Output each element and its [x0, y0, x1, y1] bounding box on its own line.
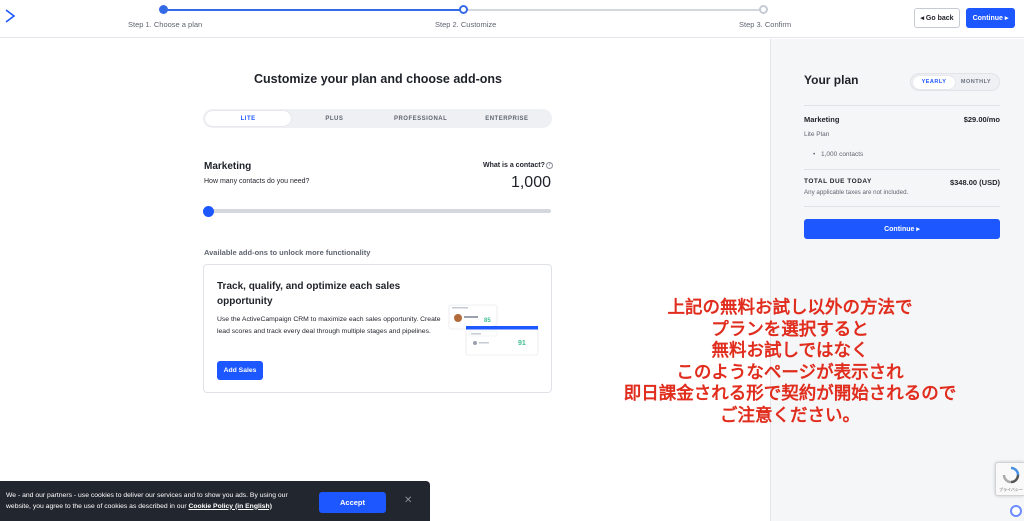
tab-lite[interactable]: LITE: [205, 111, 292, 126]
cookie-banner: We - and our partners - use cookies to d…: [0, 481, 430, 521]
go-back-button[interactable]: ◂ Go back: [914, 8, 960, 28]
help-icon[interactable]: ?: [545, 162, 553, 169]
continue-button-top[interactable]: Continue ▸: [966, 8, 1015, 28]
activecampaign-logo-icon[interactable]: [4, 9, 16, 23]
recaptcha-badge[interactable]: プライバシー: [995, 462, 1024, 496]
annotation-line: プランを選択すると: [711, 319, 869, 340]
step-1-label: Step 1. Choose a plan: [128, 20, 203, 29]
marketing-title: Marketing: [204, 161, 252, 172]
marketing-subtitle: How many contacts do you need?: [204, 178, 310, 185]
annotation-note: 上記の無料お試し以外の方法で プランを選択すると 無料お試しではなく このような…: [580, 298, 1000, 427]
divider: [804, 206, 1000, 207]
tab-plus[interactable]: PLUS: [291, 111, 377, 126]
top-bar: Step 1. Choose a plan Step 2. Customize …: [0, 0, 1024, 38]
recaptcha-privacy-text: プライバシー: [999, 487, 1023, 492]
plan-panel: Your plan YEARLY MONTHLY Marketing $29.0…: [770, 39, 1024, 521]
chat-icon[interactable]: [1010, 505, 1022, 517]
total-due-amount: $348.00 (USD): [949, 178, 1000, 187]
step-3-label: Step 3. Confirm: [739, 20, 792, 29]
addons-heading: Available add-ons to unlock more functio…: [204, 248, 371, 257]
contacts-slider-thumb[interactable]: [203, 206, 214, 217]
divider: [804, 169, 1000, 170]
tax-note: Any applicable taxes are not included.: [804, 189, 909, 196]
step-2-dot: [459, 5, 468, 14]
contact-count: 1,000: [510, 174, 551, 191]
page-title: Customize your plan and choose add-ons: [254, 72, 502, 86]
plan-name: Lite Plan: [804, 131, 830, 138]
addon-card-sales: Track, qualify, and optimize each sales …: [203, 264, 552, 393]
billing-yearly[interactable]: YEARLY: [913, 75, 955, 89]
tab-enterprise[interactable]: ENTERPRISE: [464, 111, 550, 126]
annotation-line: このようなページが表示され: [676, 362, 904, 383]
tab-professional[interactable]: PROFESSIONAL: [378, 111, 464, 126]
annotation-line: 無料お試しではなく: [711, 341, 869, 361]
step-3-dot: [759, 5, 768, 14]
billing-toggle: YEARLY MONTHLY: [910, 73, 1000, 91]
total-due-label: TOTAL DUE TODAY: [804, 178, 872, 185]
step-2-label: Step 2. Customize: [435, 20, 497, 29]
plan-product: Marketing: [804, 115, 840, 124]
annotation-line: 即日課金される形で契約が開始されるので: [623, 384, 957, 404]
annotation-line: 上記の無料お試し以外の方法で: [667, 298, 913, 318]
close-icon[interactable]: ✕: [404, 495, 412, 506]
divider: [804, 105, 1000, 106]
cookie-policy-link[interactable]: Cookie Policy (in English): [189, 503, 272, 510]
recaptcha-icon: [1002, 466, 1020, 484]
crm-illustration: 85 91: [448, 304, 539, 356]
step-1-dot: [159, 5, 168, 14]
annotation-line: ご注意ください。: [720, 405, 860, 426]
plan-panel-title: Your plan: [804, 73, 859, 87]
add-sales-button[interactable]: Add Sales: [217, 361, 263, 380]
billing-monthly[interactable]: MONTHLY: [955, 76, 997, 89]
cookie-text: We - and our partners - use cookies to d…: [6, 491, 306, 512]
addon-description: Use the ActiveCampaign CRM to maximize e…: [217, 316, 441, 335]
what-is-contact-link[interactable]: What is a contact??: [483, 162, 553, 169]
plan-contacts: 1,000 contacts: [813, 151, 863, 158]
progress-fill: [163, 9, 464, 11]
plan-price: $29.00/mo: [963, 115, 1000, 124]
contacts-slider-track[interactable]: [208, 209, 551, 213]
illustration-score-2: 91: [518, 340, 526, 347]
what-is-contact-label: What is a contact?: [483, 162, 545, 169]
continue-button-panel[interactable]: Continue ▸: [804, 219, 1000, 239]
cookie-accept-button[interactable]: Accept: [319, 492, 386, 513]
tier-tabs: LITE PLUS PROFESSIONAL ENTERPRISE: [203, 109, 552, 128]
addon-title: Track, qualify, and optimize each sales …: [217, 281, 401, 307]
illustration-score-1: 85: [484, 318, 491, 324]
